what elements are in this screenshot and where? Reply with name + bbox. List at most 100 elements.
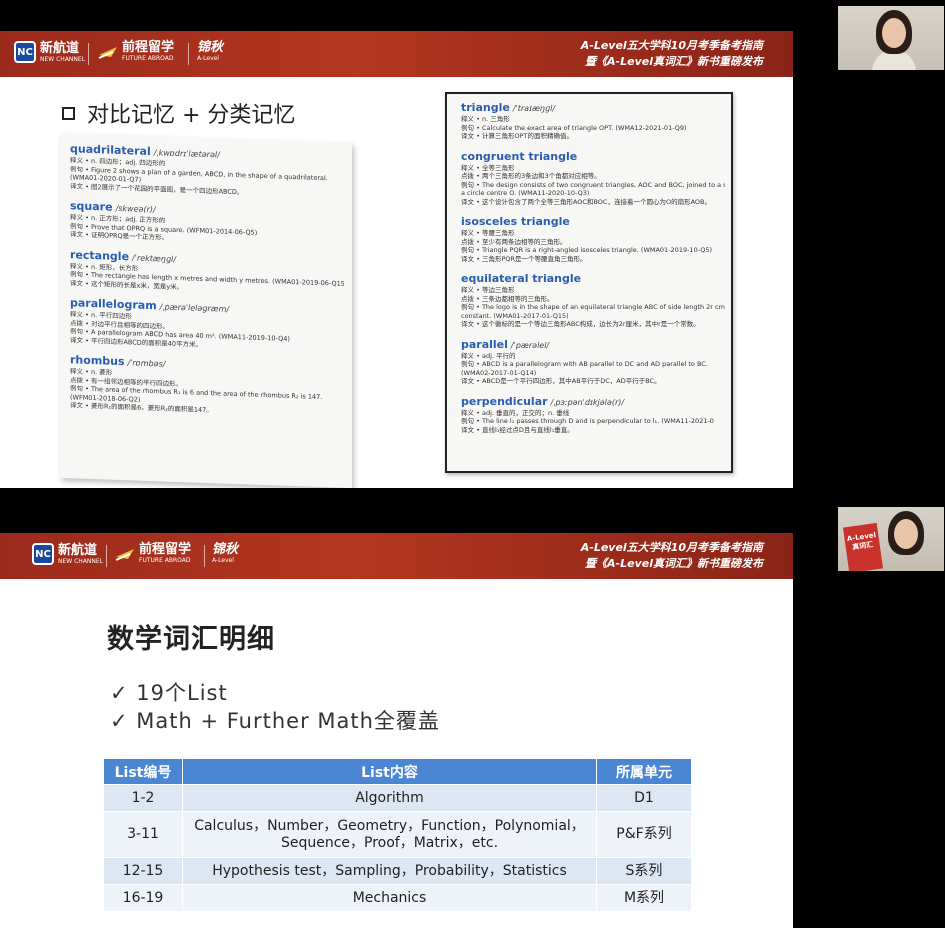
entry-line: 例句 • The logo is in the shape of an equi…: [461, 303, 725, 311]
entry-line: 译文 • 这个徽标的是一个等边三角形ABC构成，边长为2r厘米，其中r是一个常数…: [461, 320, 700, 328]
phonetic: /ˌkwɒdrɪˈlætərəl/: [153, 148, 220, 160]
future-abroad-logo: 前程留学 FUTURE ABROAD: [97, 41, 174, 62]
entry-headword: equilateral triangle: [461, 267, 725, 286]
entry-line: 释义 • 全等三角形: [461, 163, 515, 172]
table-cell: 3-11: [103, 811, 183, 858]
slide-banner: NC 新航道 NEW CHANNEL 前程留学 FUTURE ABROAD 锦秋 A-…: [0, 533, 793, 579]
webcam-thumbnail[interactable]: [838, 6, 944, 70]
entry-line: 译文 • 三角形PQR是一个等腰直角三角形。: [461, 254, 587, 263]
dictionary-entry: congruent triangle 释义 • 全等三角形 点拨 • 两个三角形的3…: [461, 145, 725, 207]
divider: [106, 545, 107, 567]
table-cell: Calculus，Number，Geometry，Function，Polyno…: [182, 811, 597, 858]
table-cell: D1: [596, 784, 692, 812]
headword: isosceles triangle: [461, 215, 570, 228]
dictionary-entry: quadrilateral/ˌkwɒdrɪˈlætərəl/释义 • n. 四边…: [70, 137, 344, 200]
table-cell: 16-19: [103, 884, 183, 912]
table-cell: Algorithm: [182, 784, 597, 812]
entry-line: (WMA02-2017-01-Q14): [461, 368, 537, 377]
entry-line: 译文 • 计算三角形OPT的面积精确值。: [461, 132, 573, 140]
column-header: List内容: [182, 758, 597, 785]
entry-list: quadrilateral/ˌkwɒdrɪˈlætərəl/释义 • n. 四边…: [60, 133, 352, 420]
phonetic: /skweə(r)/: [115, 203, 156, 215]
dictionary-entry: rhombus/ˈrɒmbəs/释义 • n. 菱形 点拨 • 有一组邻边相等的平…: [70, 348, 344, 419]
headword: perpendicular: [461, 394, 548, 408]
entry-headword: parallel/ˈpærəlel/: [461, 333, 725, 352]
divider: [188, 43, 189, 65]
dictionary-entry: square/skweə(r)/释义 • n. 正方形；adj. 正方形的 例句 …: [70, 194, 344, 248]
entry-line: 点拨 • 至少有两条边相等的三角形。: [461, 237, 567, 246]
plane-icon: [115, 548, 134, 561]
table-cell: Hypothesis test，Sampling，Probability，Sta…: [182, 857, 597, 885]
table-header-row: List编号 List内容 所属单元: [103, 758, 692, 785]
entry-line: 释义 • adj. 平行的: [461, 351, 516, 360]
entry-line: 释义 • adj. 垂直的，正交的；n. 垂线: [461, 408, 570, 417]
table-cell: Mechanics: [182, 884, 597, 912]
entry-line: 释义 • n. 三角形: [461, 115, 510, 123]
table-cell: P&F系列: [596, 811, 692, 858]
table-row: 1-2 Algorithm D1: [103, 784, 692, 812]
dictionary-entry: equilateral triangle 释义 • 等边三角形 点拨 • 三条边都相…: [461, 267, 725, 329]
phonetic: /ˈrektæŋɡl/: [132, 252, 176, 264]
check-item: ✓ 19个List: [110, 681, 228, 705]
entry-line: 释义 • 等边三角形: [461, 286, 515, 294]
table-cell: 1-2: [103, 784, 183, 812]
banner-title: A-Level五大学科10月考季备考指南 暨《A-Level真词汇》新书重磅发布: [580, 541, 763, 570]
jinqiu-logo: 锦秋 A-Level: [197, 40, 224, 63]
column-header: List编号: [103, 758, 183, 785]
person-face: [894, 519, 918, 549]
entry-line: 例句 • The design consists of two congruen…: [461, 180, 725, 189]
phonetic: /ˈpærəlel/: [510, 340, 550, 350]
dictionary-page-right: triangle/ˈtraɪæŋɡl/释义 • n. 三角形 例句 • Calcu…: [445, 92, 733, 473]
dictionary-entry: rectangle/ˈrektæŋɡl/释义 • n. 矩形，长方形 例句 • T…: [70, 243, 344, 297]
entry-line: 译文 • 直线l₁经过点D且与直线l₁垂直。: [461, 425, 574, 434]
check-item: ✓ Math + Further Math全覆盖: [110, 709, 440, 733]
book-cover: A-Level 真词汇: [842, 522, 884, 571]
entry-line: a circle centre O. (WMA11-2020-10-Q3): [461, 189, 590, 197]
table-cell: M系列: [596, 884, 692, 912]
divider: [88, 43, 89, 65]
entry-line: 点拨 • 两个三角形的3条边和3个角都对应相等。: [461, 172, 601, 180]
slide-banner: NC 新航道 NEW CHANNEL 前程留学 FUTURE ABROAD 锦秋 A-…: [0, 31, 793, 77]
plane-icon: [98, 46, 117, 59]
entry-line: 释义 • 等腰三角形: [461, 229, 515, 237]
slide-2: NC 新航道 NEW CHANNEL 前程留学 FUTURE ABROAD 锦秋 A-…: [0, 533, 793, 928]
dictionary-entry: triangle/ˈtraɪæŋɡl/释义 • n. 三角形 例句 • Calcu…: [461, 96, 725, 141]
table-row: 16-19 Mechanics M系列: [103, 884, 692, 912]
slide-heading: 对比记忆 + 分类记忆: [62, 97, 295, 129]
column-header: 所属单元: [596, 758, 692, 785]
table-row: 12-15 Hypothesis test，Sampling，Probabili…: [103, 857, 692, 885]
dictionary-entry: parallel/ˈpærəlel/释义 • adj. 平行的 例句 • ABCD…: [461, 333, 725, 386]
divider: [204, 545, 205, 567]
entry-headword: isosceles triangle: [461, 210, 725, 229]
dictionary-entry: parallelogram/ˌpærəˈleləɡræm/释义 • n. 平行四…: [70, 291, 344, 354]
entry-line: 译文 • ABCD是一个平行四边形，其中AB平行于DC，AD平行于BC。: [461, 377, 661, 385]
phonetic: /ˌpærəˈleləɡræm/: [159, 302, 230, 314]
entry-line: 例句 • Triangle PQR is a right-angled isos…: [461, 246, 713, 254]
table-cell: 12-15: [103, 857, 183, 885]
headword: rectangle: [70, 247, 130, 263]
webcam-thumbnail[interactable]: A-Level 真词汇: [838, 507, 944, 571]
person-face: [882, 18, 906, 48]
dictionary-page-left: quadrilateral/ˌkwɒdrɪˈlætərəl/释义 • n. 四边…: [60, 132, 352, 488]
table-cell: S系列: [596, 857, 692, 885]
entry-line: 例句 • ABCD is a parallelogram with AB par…: [461, 360, 708, 368]
phonetic: /ˈtraɪæŋɡl/: [512, 104, 556, 113]
entry-headword: perpendicular/ˌpɜːpənˈdɪkjələ(r)/: [461, 390, 725, 409]
entry-headword: congruent triangle: [461, 145, 725, 164]
headword: square: [70, 199, 113, 214]
slide-heading: 数学词汇明细: [107, 624, 275, 655]
phonetic: /ˈrɒmbəs/: [127, 358, 166, 369]
nc-logo-icon: NC: [14, 41, 36, 63]
entry-headword: triangle/ˈtraɪæŋɡl/: [461, 96, 725, 115]
dictionary-entry: isosceles triangle 释义 • 等腰三角形 点拨 • 至少有两条边相…: [461, 210, 725, 263]
phonetic: /ˌpɜːpənˈdɪkjələ(r)/: [550, 397, 625, 407]
entry-line: 例句 • The line l₁ passes through D and is…: [461, 417, 714, 425]
entry-line: 译文 • 这个设计包含了两个全等三角形AOC和BOC，连接着一个圆心为O的扇形A…: [461, 197, 711, 206]
nc-logo-icon: NC: [32, 543, 54, 565]
square-bullet-icon: [62, 106, 75, 120]
entry-line: 例句 • Calculate the exact area of triangl…: [461, 123, 687, 132]
dictionary-entry: perpendicular/ˌpɜːpənˈdɪkjələ(r)/释义 • ad…: [461, 390, 725, 435]
vocab-table: List编号 List内容 所属单元 1-2 Algorithm D1 3-11…: [103, 758, 692, 912]
table-row: 3-11 Calculus，Number，Geometry，Function，P…: [103, 811, 692, 858]
new-channel-logo: NC 新航道 NEW CHANNEL: [32, 543, 103, 565]
